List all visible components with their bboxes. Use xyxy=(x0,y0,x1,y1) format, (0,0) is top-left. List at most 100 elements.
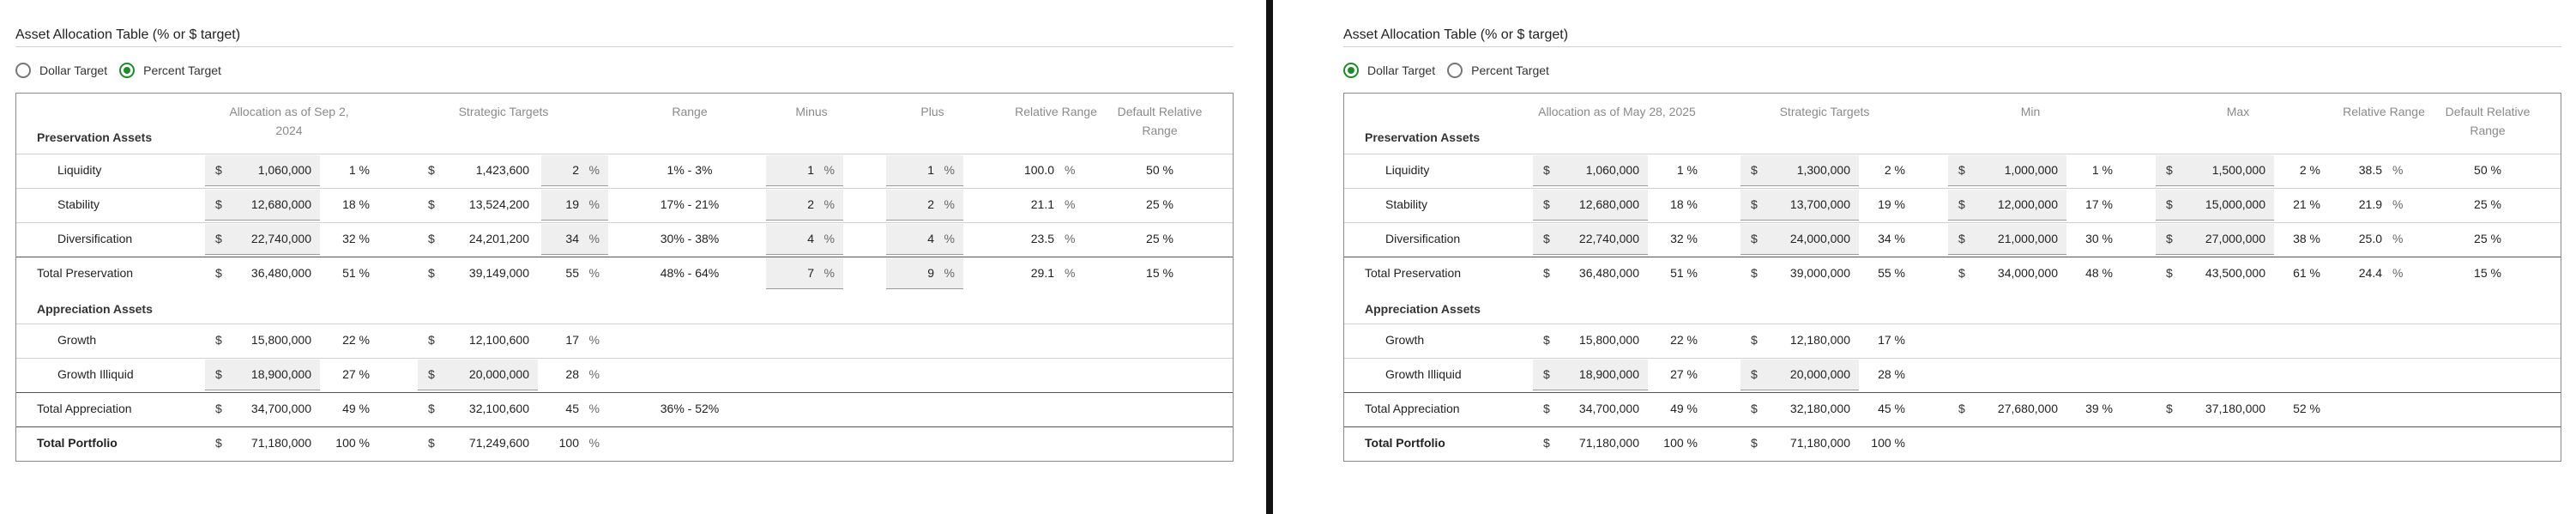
target-amount-field[interactable]: $20,000,000 xyxy=(418,360,538,390)
table-row-growth: Growth $15,800,000 22 % $12,180,000 17 % xyxy=(1344,324,2561,358)
percent-symbol: % xyxy=(2392,266,2404,280)
radio-selected-icon[interactable] xyxy=(119,63,136,78)
header-min: Min xyxy=(2020,105,2041,118)
table-row-liquidity: Liquidity $1,060,000 1 % $1,423,600 2% 1… xyxy=(16,154,1233,188)
percent-target-radio[interactable]: Percent Target xyxy=(1447,63,1549,78)
plus-field[interactable]: 1% xyxy=(886,155,963,186)
percent-symbol: % xyxy=(2392,232,2404,245)
preservation-assets-heading: Preservation Assets xyxy=(37,130,153,144)
allocation-percent: 100 % xyxy=(1663,436,1698,450)
percent-symbol: % xyxy=(2392,197,2404,211)
default-relative-range-value: 25 % xyxy=(2474,197,2501,211)
min-percent: 1 % xyxy=(2091,163,2113,177)
row-label: Total Portfolio xyxy=(1365,436,1445,450)
allocation-amount-field[interactable]: $1,060,000 xyxy=(1533,155,1648,186)
max-percent: 2 % xyxy=(2299,163,2320,177)
target-percent: 28% xyxy=(565,367,600,381)
appreciation-assets-heading: Appreciation Assets xyxy=(1365,302,1481,316)
target-amount: $12,100,600 xyxy=(428,333,529,347)
row-label: Stability xyxy=(57,197,100,211)
allocation-amount-field[interactable]: $18,900,000 xyxy=(205,360,320,390)
minus-field[interactable]: 4% xyxy=(766,224,843,255)
left-allocation-panel: Asset Allocation Table (% or $ target) D… xyxy=(15,0,1234,514)
min-amount: $34,000,000 xyxy=(1958,266,2058,280)
radio-unselected-icon[interactable] xyxy=(15,63,31,78)
target-percent-field[interactable]: 19% xyxy=(541,190,608,221)
percent-symbol: % xyxy=(1065,232,1076,245)
title-divider xyxy=(1343,46,2561,47)
max-amount-field[interactable]: $1,500,000 xyxy=(2156,155,2274,186)
table-row-total-appreciation: Total Appreciation $34,700,000 49 % $32,… xyxy=(1344,392,2561,426)
allocation-amount-field[interactable]: $18,900,000 xyxy=(1533,360,1648,390)
target-mode-radio-group: Dollar Target Percent Target xyxy=(1343,60,1561,81)
min-percent: 48 % xyxy=(2085,266,2113,280)
right-allocation-panel: Asset Allocation Table (% or $ target) D… xyxy=(1343,0,2561,514)
min-amount-field[interactable]: $21,000,000 xyxy=(1948,224,2066,255)
plus-field[interactable]: 9% xyxy=(886,258,963,289)
percent-target-radio[interactable]: Percent Target xyxy=(119,63,221,78)
target-amount-field[interactable]: $24,000,000 xyxy=(1740,224,1859,255)
target-amount-field[interactable]: $13,700,000 xyxy=(1740,190,1859,221)
header-default-relative-range: Default Relative Range xyxy=(1117,105,1203,137)
allocation-percent: 100 % xyxy=(335,436,370,450)
plus-field[interactable]: 2% xyxy=(886,190,963,221)
percent-symbol: % xyxy=(1065,197,1076,211)
table-row-diversification: Diversification $22,740,000 32 % $24,000… xyxy=(1344,222,2561,257)
radio-selected-icon[interactable] xyxy=(1343,63,1359,78)
target-percent: 100% xyxy=(558,436,600,450)
target-amount-field[interactable]: $1,300,000 xyxy=(1740,155,1859,186)
default-relative-range-value: 15 % xyxy=(2474,266,2501,280)
range-value: 30% - 38% xyxy=(660,232,720,245)
radio-unselected-icon[interactable] xyxy=(1447,63,1463,78)
row-label: Liquidity xyxy=(1385,163,1430,177)
allocation-amount: $15,800,000 xyxy=(215,333,311,347)
header-plus: Plus xyxy=(920,105,944,118)
table-row-growth-illiquid: Growth Illiquid $18,900,000 27 % $20,000… xyxy=(16,358,1233,392)
min-amount-field[interactable]: $12,000,000 xyxy=(1948,190,2066,221)
header-max: Max xyxy=(2226,105,2250,118)
plus-field[interactable]: 4% xyxy=(886,224,963,255)
allocation-percent: 49 % xyxy=(1670,402,1698,415)
min-amount-field[interactable]: $1,000,000 xyxy=(1948,155,2066,186)
dollar-target-label: Dollar Target xyxy=(39,63,108,77)
target-amount: $32,100,600 xyxy=(428,402,529,415)
minus-field[interactable]: 7% xyxy=(766,258,843,289)
target-amount-field[interactable]: $20,000,000 xyxy=(1740,360,1859,390)
relative-range-value: 100.0 xyxy=(1023,163,1054,177)
row-label: Diversification xyxy=(1385,232,1461,245)
target-percent-field[interactable]: 2% xyxy=(541,155,608,186)
allocation-percent: 27 % xyxy=(1670,367,1698,381)
relative-range-value: 29.1 xyxy=(1030,266,1054,280)
allocation-amount-field[interactable]: $12,680,000 xyxy=(1533,190,1648,221)
minus-field[interactable]: 2% xyxy=(766,190,843,221)
allocation-amount-field[interactable]: $12,680,000 xyxy=(205,190,320,221)
table-row-total-appreciation: Total Appreciation $34,700,000 49 % $32,… xyxy=(16,392,1233,426)
max-amount-field[interactable]: $15,000,000 xyxy=(2156,190,2274,221)
allocation-amount: $71,180,000 xyxy=(1543,436,1639,450)
dollar-target-radio[interactable]: Dollar Target xyxy=(1343,63,1435,78)
target-percent-field[interactable]: 34% xyxy=(541,224,608,255)
relative-range-value: 25.0 xyxy=(2358,232,2382,245)
range-value: 17% - 21% xyxy=(660,197,720,211)
panel-separator xyxy=(1266,0,1273,514)
min-percent: 30 % xyxy=(2085,232,2113,245)
row-label: Total Preservation xyxy=(1365,266,1462,280)
max-amount-field[interactable]: $27,000,000 xyxy=(2156,224,2274,255)
header-allocation: Allocation as of Sep 2, 2024 xyxy=(229,105,349,137)
target-amount: $32,180,000 xyxy=(1751,402,1850,415)
allocation-amount: $34,700,000 xyxy=(1543,402,1639,415)
default-relative-range-value: 50 % xyxy=(2474,163,2501,177)
allocation-table: Allocation as of May 28, 2025 Strategic … xyxy=(1343,93,2561,462)
row-label: Total Appreciation xyxy=(1365,402,1460,415)
allocation-amount-field[interactable]: $22,740,000 xyxy=(1533,224,1648,255)
allocation-amount-field[interactable]: $22,740,000 xyxy=(205,224,320,255)
target-mode-radio-group: Dollar Target Percent Target xyxy=(15,60,233,81)
header-minus: Minus xyxy=(795,105,828,118)
min-amount: $27,680,000 xyxy=(1958,402,2058,415)
row-label: Growth xyxy=(1385,333,1425,347)
dollar-target-radio[interactable]: Dollar Target xyxy=(15,63,107,78)
relative-range-value: 24.4 xyxy=(2358,266,2382,280)
allocation-amount-field[interactable]: $1,060,000 xyxy=(205,155,320,186)
minus-field[interactable]: 1% xyxy=(766,155,843,186)
relative-range-value: 21.1 xyxy=(1030,197,1054,211)
